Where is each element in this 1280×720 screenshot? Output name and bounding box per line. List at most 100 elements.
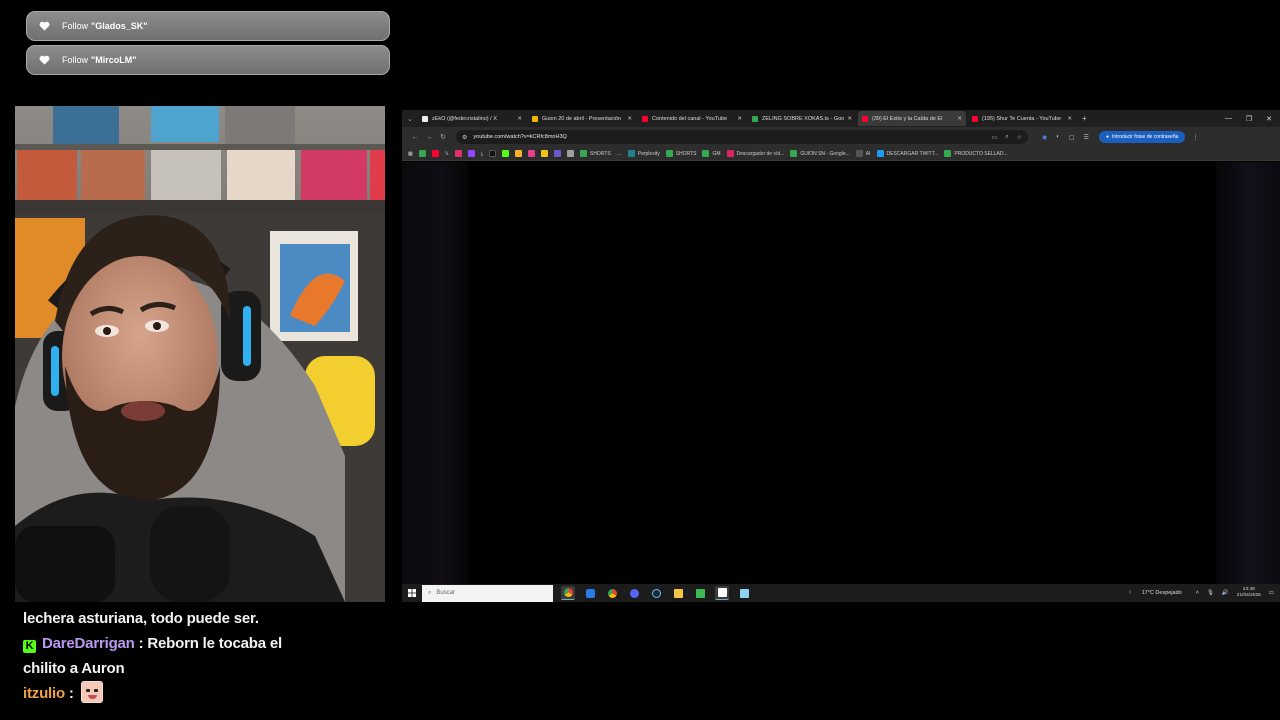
site-info-icon[interactable]: ⚙ bbox=[462, 134, 467, 141]
youtube-icon bbox=[642, 115, 648, 122]
omnibox-actions: ▭ ⌕ ☆ bbox=[992, 134, 1022, 141]
extension-icon[interactable]: ◐ bbox=[1056, 134, 1060, 141]
tab-title: zEkO (@fedecristalino) / X bbox=[432, 115, 497, 122]
back-arrow-icon[interactable]: ← bbox=[408, 134, 422, 141]
microphone-icon[interactable]: 🎙 bbox=[1207, 590, 1214, 596]
file-explorer-icon[interactable] bbox=[671, 586, 685, 600]
follow-prefix: Follow bbox=[62, 21, 89, 31]
minimize-icon[interactable]: — bbox=[1225, 115, 1232, 123]
browser-tab[interactable]: Guion 20 de abril - Presentación ✕ bbox=[528, 111, 636, 126]
tab-search-chevron-icon[interactable]: ⌄ bbox=[402, 115, 418, 123]
bookmark-item[interactable]: Perplexity bbox=[627, 150, 660, 157]
weather-text[interactable]: 17°C Despejado bbox=[1142, 590, 1182, 596]
bookmark-icon[interactable] bbox=[553, 150, 561, 157]
bookmark-label: DESCARGAR TWITT... bbox=[886, 150, 939, 157]
browser-tab[interactable]: Contenido del canal - YouTube ✕ bbox=[638, 111, 746, 126]
close-tab-icon[interactable]: ✕ bbox=[737, 116, 742, 122]
close-tab-icon[interactable]: ✕ bbox=[847, 116, 852, 122]
new-tab-button[interactable]: + bbox=[1082, 114, 1087, 123]
bookmark-icon[interactable] bbox=[540, 150, 548, 157]
bookmark-item[interactable]: SHORTS bbox=[579, 150, 611, 157]
bookmark-icon[interactable] bbox=[566, 150, 574, 157]
browser-window: ⌄ zEkO (@fedecristalino) / X ✕ Guion 20 … bbox=[402, 110, 1280, 584]
taskbar-apps bbox=[561, 586, 751, 600]
download-icon[interactable]: ⤓ bbox=[481, 151, 483, 157]
tray-chevron-icon[interactable]: ˄ bbox=[1196, 590, 1199, 596]
forward-arrow-icon[interactable]: → bbox=[422, 134, 436, 141]
address-bar[interactable]: ⚙ youtube.com/watch?v=kCRfc8mnH3Q ▭ ⌕ ☆ bbox=[456, 130, 1028, 144]
drive-icon bbox=[665, 150, 673, 157]
password-button[interactable]: ● Introducir frase de contraseña bbox=[1098, 131, 1186, 143]
x-logo-icon bbox=[422, 115, 428, 122]
bookmark-label: GUION SN - Google... bbox=[800, 150, 850, 157]
bookmark-icon[interactable] bbox=[418, 150, 426, 157]
maximize-icon[interactable]: ❐ bbox=[1246, 115, 1252, 123]
tiktok-icon[interactable] bbox=[488, 150, 496, 157]
webcam-image bbox=[15, 106, 385, 602]
twitch-icon[interactable] bbox=[467, 150, 475, 157]
zoom-icon[interactable]: ⌕ bbox=[1005, 134, 1008, 141]
x-logo-icon[interactable]: 𝕏 bbox=[445, 151, 449, 157]
cast-icon[interactable]: ▭ bbox=[992, 134, 998, 141]
notification-icon[interactable]: ▭ bbox=[1269, 590, 1274, 596]
steam-icon[interactable] bbox=[649, 586, 663, 600]
profile-icon: ● bbox=[1105, 134, 1109, 140]
clock[interactable]: 23:48 21/04/2026 bbox=[1237, 587, 1261, 599]
bookmark-icon[interactable] bbox=[514, 150, 522, 157]
tab-title: (39) El Éxito y la Caída de El bbox=[872, 115, 943, 122]
notion-icon[interactable] bbox=[715, 586, 729, 600]
notepad-icon[interactable] bbox=[737, 586, 751, 600]
browser-tab[interactable]: (195) Shur Te Cuenta - YouTube ✕ bbox=[968, 111, 1076, 126]
chat-overlay: lechera asturiana, todo puede ser. K Dare… bbox=[23, 606, 323, 706]
chrome-profile-icon[interactable] bbox=[605, 586, 619, 600]
browser-tab-active[interactable]: (39) El Éxito y la Caída de El ✕ bbox=[858, 111, 966, 126]
clock-date: 21/04/2026 bbox=[1236, 593, 1261, 598]
taskbar-search-input[interactable]: ⌕ Buscar bbox=[422, 584, 553, 602]
bookmark-item[interactable]: GM bbox=[702, 150, 721, 157]
bookmark-folder-icon[interactable]: … bbox=[617, 151, 622, 157]
bookmark-item[interactable]: PRODUCTO SELLAD... bbox=[944, 150, 1008, 157]
webcam-feed bbox=[15, 106, 385, 602]
search-icon: ⌕ bbox=[428, 589, 432, 596]
start-button[interactable] bbox=[402, 589, 422, 597]
search-placeholder: Buscar bbox=[436, 590, 456, 596]
volume-icon[interactable]: 🔊 bbox=[1222, 590, 1229, 596]
youtube-icon bbox=[862, 115, 868, 122]
browser-tab[interactable]: ZELING SOBRE XOKAS.ts - Goo ✕ bbox=[748, 111, 856, 126]
kick-icon[interactable] bbox=[501, 150, 509, 157]
browser-tab[interactable]: zEkO (@fedecristalino) / X ✕ bbox=[418, 111, 526, 126]
follow-prefix: Follow bbox=[62, 55, 89, 65]
reading-list-icon[interactable]: ☰ bbox=[1084, 134, 1089, 141]
bookmark-item[interactable]: AI bbox=[855, 150, 871, 157]
reload-icon[interactable]: ↻ bbox=[436, 133, 450, 141]
tab-title: Contenido del canal - YouTube bbox=[652, 115, 728, 122]
close-tab-icon[interactable]: ✕ bbox=[627, 116, 632, 122]
chat-text: Reborn le tocaba el bbox=[147, 635, 282, 652]
extensions-puzzle-icon[interactable]: ▢ bbox=[1069, 134, 1075, 141]
discord-icon[interactable] bbox=[627, 586, 641, 600]
bookmark-star-icon[interactable]: ☆ bbox=[1017, 134, 1022, 141]
extension-icon[interactable]: ◉ bbox=[1042, 134, 1047, 141]
bookmark-item[interactable]: DESCARGAR TWITT... bbox=[876, 150, 939, 157]
chrome-icon[interactable] bbox=[561, 586, 575, 600]
instagram-icon[interactable] bbox=[454, 150, 462, 157]
bookmark-item[interactable]: SHORTS bbox=[665, 150, 696, 157]
close-tab-icon[interactable]: ✕ bbox=[517, 116, 522, 122]
apps-grid-icon[interactable]: ▦ bbox=[408, 151, 413, 157]
close-tab-icon[interactable]: ✕ bbox=[1067, 116, 1072, 122]
app-icon[interactable] bbox=[693, 586, 707, 600]
bookmark-item[interactable]: GUION SN - Google... bbox=[790, 150, 850, 157]
close-window-icon[interactable]: ✕ bbox=[1266, 115, 1272, 123]
page-viewport[interactable] bbox=[402, 162, 1280, 584]
drive-icon bbox=[790, 150, 798, 157]
bookmark-item[interactable]: Descargador de víd... bbox=[726, 150, 785, 157]
bookmark-label: Descargador de víd... bbox=[736, 150, 785, 157]
menu-kebab-icon[interactable]: ⋮ bbox=[1192, 134, 1198, 141]
youtube-icon[interactable] bbox=[431, 150, 439, 157]
bookmark-label: Perplexity bbox=[637, 150, 660, 157]
bookmark-icon[interactable] bbox=[527, 150, 535, 157]
bookmark-label: SHORTS bbox=[589, 150, 611, 157]
tab-strip: ⌄ zEkO (@fedecristalino) / X ✕ Guion 20 … bbox=[402, 110, 1280, 127]
close-tab-icon[interactable]: ✕ bbox=[957, 116, 962, 122]
outlook-icon[interactable] bbox=[583, 586, 597, 600]
